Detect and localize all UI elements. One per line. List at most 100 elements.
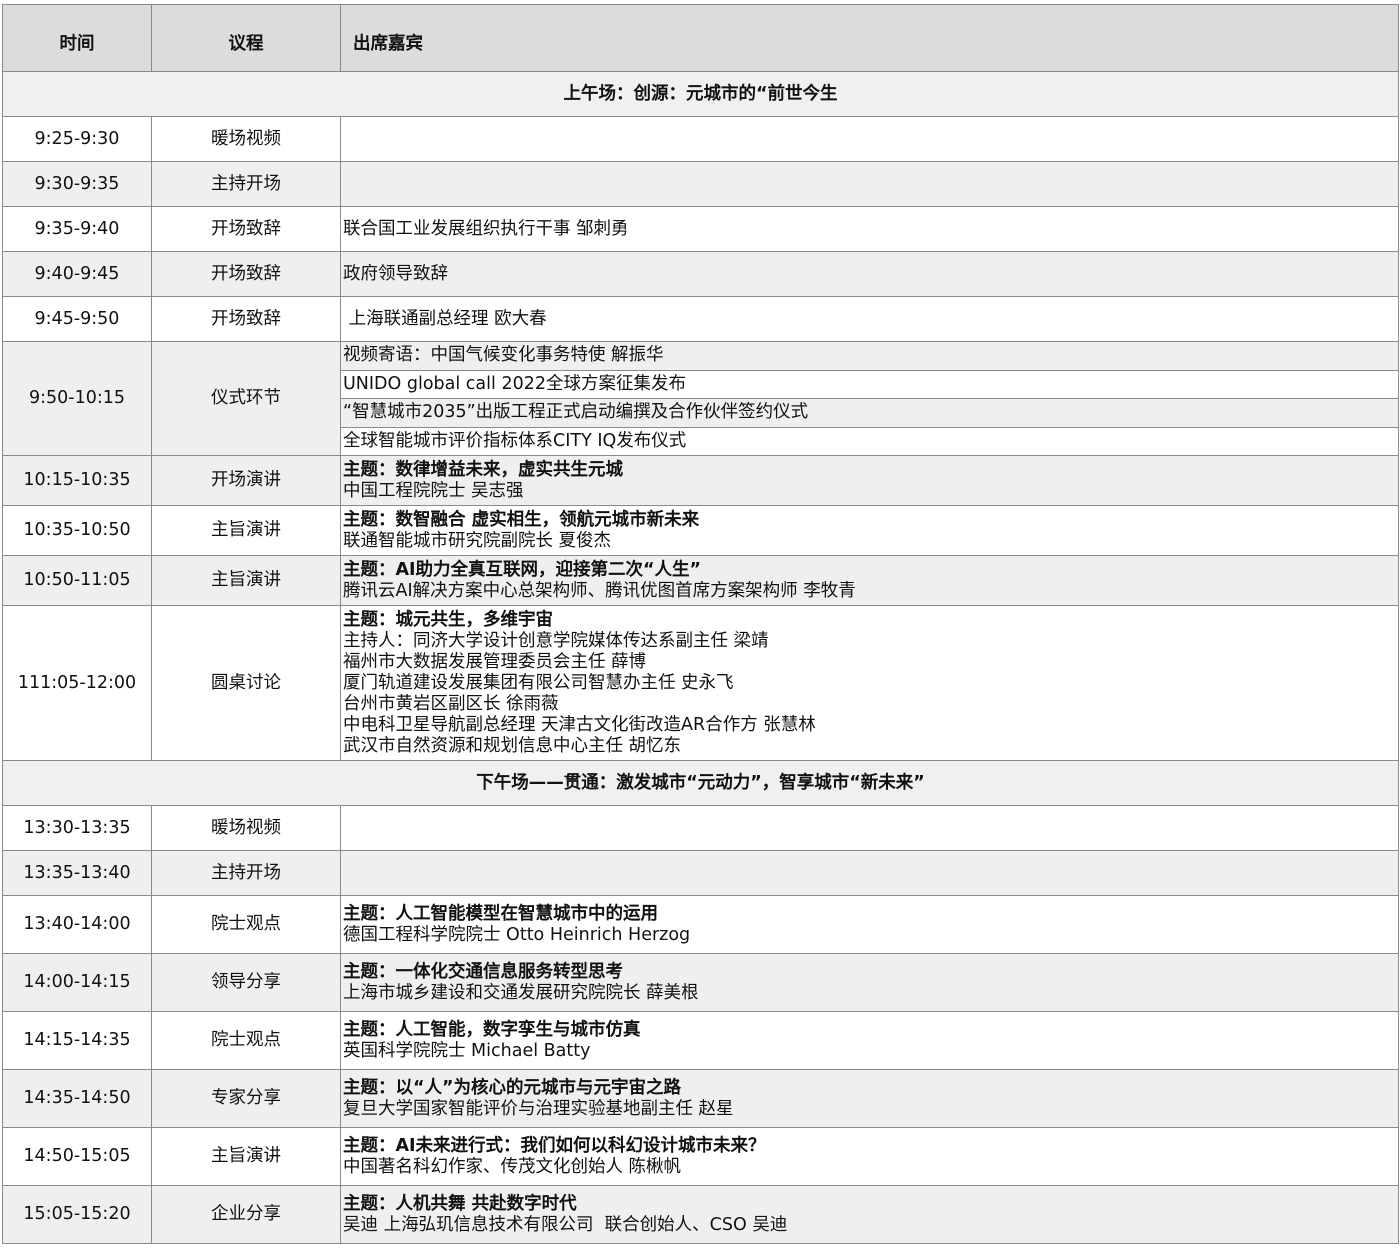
table-row: 9:25-9:30 暖场视频 <box>2 116 1399 162</box>
header-agenda: 议程 <box>151 4 341 72</box>
topic-line: 主题：数智融合 虚实相生，领航元城市新未来 <box>343 509 700 530</box>
agenda-cell: 主旨演讲 <box>151 505 341 556</box>
agenda-cell: 仪式环节 <box>151 341 341 456</box>
table-row: 10:15-10:35 开场演讲 主题：数律增益未来，虚实共生元城 中国工程院院… <box>2 455 1399 506</box>
speaker-line: 中国工程院院士 吴志强 <box>343 480 524 501</box>
guest-cell <box>340 116 1399 162</box>
topic-line: 主题：一体化交通信息服务转型思考 <box>343 961 623 982</box>
table-row: 14:35-14:50 专家分享 主题：以“人”为核心的元城市与元宇宙之路 复旦… <box>2 1069 1399 1128</box>
guest-cell: 主题：AI助力全真互联网，迎接第二次“人生” 腾讯云AI解决方案中心总架构师、腾… <box>340 555 1399 606</box>
agenda-cell: 主持开场 <box>151 161 341 207</box>
ceremony-item: 全球智能城市评价指标体系CITY IQ发布仪式 <box>341 427 1398 455</box>
agenda-cell: 专家分享 <box>151 1069 341 1128</box>
speaker-line: 福州市大数据发展管理委员会主任 薛博 <box>343 651 647 672</box>
table-row: 9:45-9:50 开场致辞 上海联通副总经理 欧大春 <box>2 296 1399 342</box>
time-cell: 15:05-15:20 <box>2 1185 152 1244</box>
table-row: 15:05-15:20 企业分享 主题：人机共舞 共赴数字时代 吴迪 上海弘玑信… <box>2 1185 1399 1244</box>
speaker-line: 英国科学院院士 Michael Batty <box>343 1040 591 1061</box>
time-cell: 9:45-9:50 <box>2 296 152 342</box>
table-row: 14:50-15:05 主旨演讲 主题：AI未来进行式：我们如何以科幻设计城市未… <box>2 1127 1399 1186</box>
topic-line: 主题：AI助力全真互联网，迎接第二次“人生” <box>343 559 702 580</box>
topic-line: 主题：AI未来进行式：我们如何以科幻设计城市未来？ <box>343 1135 766 1156</box>
table-row: 111:05-12:00 圆桌讨论 主题：城元共生，多维宇宙 主持人：同济大学设… <box>2 605 1399 761</box>
table-row: 10:50-11:05 主旨演讲 主题：AI助力全真互联网，迎接第二次“人生” … <box>2 555 1399 606</box>
agenda-cell: 领导分享 <box>151 953 341 1012</box>
time-cell: 10:15-10:35 <box>2 455 152 506</box>
time-cell: 9:35-9:40 <box>2 206 152 252</box>
time-cell: 14:35-14:50 <box>2 1069 152 1128</box>
time-cell: 9:30-9:35 <box>2 161 152 207</box>
speaker-line: 复旦大学国家智能评价与治理实验基地副主任 赵星 <box>343 1098 734 1119</box>
guest-cell: 联合国工业发展组织执行干事 邹刺勇 <box>340 206 1399 252</box>
speaker-line: 上海市城乡建设和交通发展研究院院长 薛美根 <box>343 982 699 1003</box>
agenda-cell: 暖场视频 <box>151 805 341 851</box>
agenda-cell: 院士观点 <box>151 895 341 954</box>
time-cell: 14:00-14:15 <box>2 953 152 1012</box>
guest-cell <box>340 850 1399 896</box>
agenda-cell: 开场致辞 <box>151 206 341 252</box>
speaker-line: 联通智能城市研究院副院长 夏俊杰 <box>343 530 612 551</box>
table-row: 14:00-14:15 领导分享 主题：一体化交通信息服务转型思考 上海市城乡建… <box>2 953 1399 1012</box>
guest-cell <box>340 805 1399 851</box>
ceremony-item: 视频寄语：中国气候变化事务特使 解振华 <box>341 342 1398 371</box>
table-row: 14:15-14:35 院士观点 主题：人工智能，数字孪生与城市仿真 英国科学院… <box>2 1011 1399 1070</box>
table-row: 9:30-9:35 主持开场 <box>2 161 1399 207</box>
guest-cell: 主题：一体化交通信息服务转型思考 上海市城乡建设和交通发展研究院院长 薛美根 <box>340 953 1399 1012</box>
time-cell: 13:35-13:40 <box>2 850 152 896</box>
time-cell: 14:50-15:05 <box>2 1127 152 1186</box>
guest-cell <box>340 161 1399 207</box>
section-row-morning: 上午场：创源：元城市的“前世今生 <box>2 71 1399 117</box>
table-row: 13:40-14:00 院士观点 主题：人工智能模型在智慧城市中的运用 德国工程… <box>2 895 1399 954</box>
table-row: 9:50-10:15 仪式环节 视频寄语：中国气候变化事务特使 解振华 UNID… <box>2 341 1399 456</box>
guest-cell: 主题：人工智能，数字孪生与城市仿真 英国科学院院士 Michael Batty <box>340 1011 1399 1070</box>
guest-cell: 主题：AI未来进行式：我们如何以科幻设计城市未来？ 中国著名科幻作家、传茂文化创… <box>340 1127 1399 1186</box>
speaker-line: 腾讯云AI解决方案中心总架构师、腾讯优图首席方案架构师 李牧青 <box>343 580 856 601</box>
agenda-cell: 企业分享 <box>151 1185 341 1244</box>
time-cell: 9:40-9:45 <box>2 251 152 297</box>
agenda-cell: 主持开场 <box>151 850 341 896</box>
agenda-cell: 院士观点 <box>151 1011 341 1070</box>
topic-line: 主题：数律增益未来，虚实共生元城 <box>343 459 623 480</box>
speaker-line: 吴迪 上海弘玑信息技术有限公司 联合创始人、CSO 吴迪 <box>343 1214 788 1235</box>
section-row-afternoon: 下午场——贯通：激发城市“元动力”，智享城市“新未来” <box>2 760 1399 806</box>
table-row: 13:35-13:40 主持开场 <box>2 850 1399 896</box>
guest-cell: 主题：以“人”为核心的元城市与元宇宙之路 复旦大学国家智能评价与治理实验基地副主… <box>340 1069 1399 1128</box>
speaker-line: 中国著名科幻作家、传茂文化创始人 陈楸帆 <box>343 1156 682 1177</box>
agenda-cell: 圆桌讨论 <box>151 605 341 761</box>
time-cell: 9:25-9:30 <box>2 116 152 162</box>
speaker-line: 武汉市自然资源和规划信息中心主任 胡忆东 <box>343 735 682 756</box>
speaker-line: 中电科卫星导航副总经理 天津古文化街改造AR合作方 张慧林 <box>343 714 816 735</box>
topic-line: 主题：以“人”为核心的元城市与元宇宙之路 <box>343 1077 682 1098</box>
agenda-cell: 暖场视频 <box>151 116 341 162</box>
section-title-afternoon: 下午场——贯通：激发城市“元动力”，智享城市“新未来” <box>2 760 1399 806</box>
guest-cell: 主题：城元共生，多维宇宙 主持人：同济大学设计创意学院媒体传达系副主任 梁靖 福… <box>340 605 1399 761</box>
agenda-cell: 开场致辞 <box>151 251 341 297</box>
time-cell: 9:50-10:15 <box>2 341 152 456</box>
speaker-line: 主持人：同济大学设计创意学院媒体传达系副主任 梁靖 <box>343 630 769 651</box>
time-cell: 10:35-10:50 <box>2 505 152 556</box>
time-cell: 13:30-13:35 <box>2 805 152 851</box>
ceremony-cell: 视频寄语：中国气候变化事务特使 解振华 UNIDO global call 20… <box>340 341 1399 456</box>
guest-cell: 主题：人工智能模型在智慧城市中的运用 德国工程科学院院士 Otto Heinri… <box>340 895 1399 954</box>
guest-cell: 主题：人机共舞 共赴数字时代 吴迪 上海弘玑信息技术有限公司 联合创始人、CSO… <box>340 1185 1399 1244</box>
guest-cell: 主题：数律增益未来，虚实共生元城 中国工程院院士 吴志强 <box>340 455 1399 506</box>
table-row: 13:30-13:35 暖场视频 <box>2 805 1399 851</box>
guest-cell: 上海联通副总经理 欧大春 <box>340 296 1399 342</box>
speaker-line: 德国工程科学院院士 Otto Heinrich Herzog <box>343 924 691 945</box>
ceremony-item: “智慧城市2035”出版工程正式启动编撰及合作伙伴签约仪式 <box>341 399 1398 428</box>
section-title-morning: 上午场：创源：元城市的“前世今生 <box>2 71 1399 117</box>
agenda-table: 时间 议程 出席嘉宾 上午场：创源：元城市的“前世今生 9:25-9:30 暖场… <box>2 4 1399 1244</box>
topic-line: 主题：人工智能模型在智慧城市中的运用 <box>343 903 658 924</box>
guest-cell: 政府领导致辞 <box>340 251 1399 297</box>
agenda-cell: 开场演讲 <box>151 455 341 506</box>
ceremony-item: UNIDO global call 2022全球方案征集发布 <box>341 370 1398 399</box>
table-row: 9:35-9:40 开场致辞 联合国工业发展组织执行干事 邹刺勇 <box>2 206 1399 252</box>
table-header-row: 时间 议程 出席嘉宾 <box>2 4 1399 72</box>
topic-line: 主题：人机共舞 共赴数字时代 <box>343 1193 577 1214</box>
header-time: 时间 <box>2 4 152 72</box>
time-cell: 111:05-12:00 <box>2 605 152 761</box>
speaker-line: 厦门轨道建设发展集团有限公司智慧办主任 史永飞 <box>343 672 734 693</box>
time-cell: 13:40-14:00 <box>2 895 152 954</box>
time-cell: 14:15-14:35 <box>2 1011 152 1070</box>
topic-line: 主题：城元共生，多维宇宙 <box>343 609 553 630</box>
